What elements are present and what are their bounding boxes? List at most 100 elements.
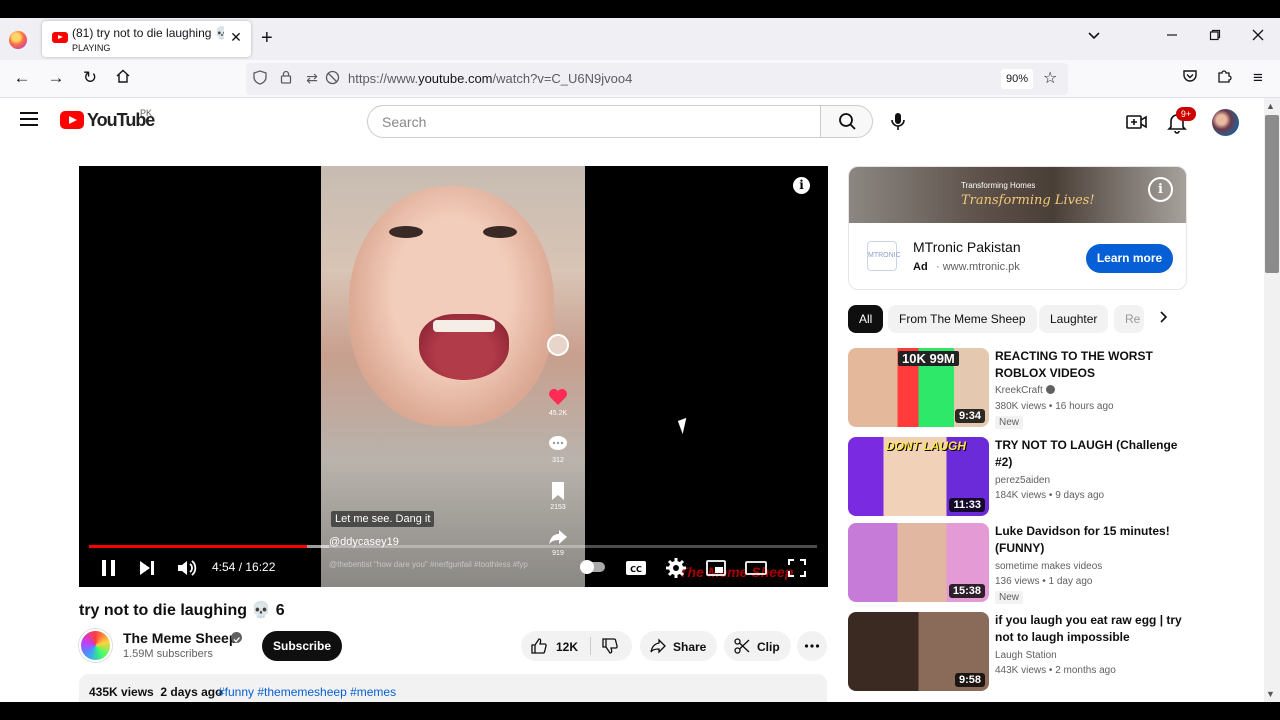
video-title[interactable]: if you laugh you eat raw egg | try not t… bbox=[995, 612, 1185, 646]
gear-icon bbox=[666, 558, 686, 578]
lock-icon[interactable] bbox=[277, 70, 295, 87]
tab-playing-status: PLAYING bbox=[72, 43, 111, 53]
pocket-icon[interactable] bbox=[1179, 68, 1201, 89]
url-bar[interactable]: ⇄ https://www.youtube.com/watch?v=C_U6N9… bbox=[246, 63, 1068, 95]
video-thumbnail[interactable]: 9:58 bbox=[848, 612, 989, 691]
app-menu-icon[interactable]: ≡ bbox=[1247, 68, 1269, 88]
chip-laughter[interactable]: Laughter bbox=[1039, 305, 1109, 333]
miniplayer-button[interactable] bbox=[705, 556, 727, 580]
back-arrow-icon[interactable]: ← bbox=[11, 68, 33, 88]
zoom-level-badge[interactable]: 90% bbox=[1001, 69, 1033, 89]
recommended-video[interactable]: DONT LAUGH 11:33 TRY NOT TO LAUGH (Chall… bbox=[848, 437, 1188, 517]
page-scrollbar-thumb[interactable] bbox=[1265, 115, 1279, 273]
search-icon bbox=[839, 113, 856, 130]
view-count: 435K views bbox=[89, 685, 154, 699]
settings-button[interactable] bbox=[665, 556, 687, 580]
microphone-icon bbox=[891, 113, 905, 130]
video-player[interactable]: 45.2K 312 2153 919 Let me see. Dang it @… bbox=[79, 166, 828, 587]
youtube-logo-icon[interactable] bbox=[60, 111, 84, 129]
video-title[interactable]: TRY NOT TO LAUGH (Challenge #2) bbox=[995, 437, 1185, 471]
next-video-button[interactable] bbox=[137, 556, 157, 580]
bookmark-star-icon[interactable]: ☆ bbox=[1043, 68, 1057, 88]
url-text[interactable]: https://www.youtube.com/watch?v=C_U6N9jv… bbox=[348, 71, 632, 86]
search-button[interactable] bbox=[820, 105, 873, 138]
chevron-right-icon[interactable] bbox=[1156, 310, 1170, 329]
fullscreen-button[interactable] bbox=[786, 556, 808, 580]
new-badge: New bbox=[995, 591, 1024, 604]
permissions-icon[interactable]: ⇄ bbox=[303, 70, 321, 87]
video-channel[interactable]: KreekCraft bbox=[995, 385, 1055, 396]
progress-bar[interactable] bbox=[89, 545, 817, 548]
video-title[interactable]: Luke Davidson for 15 minutes! (FUNNY) bbox=[995, 523, 1185, 557]
video-channel[interactable]: perez5aiden bbox=[995, 475, 1050, 486]
tracking-protection-shield-icon[interactable] bbox=[251, 70, 269, 88]
recommended-video[interactable]: 15:38 Luke Davidson for 15 minutes! (FUN… bbox=[848, 523, 1188, 604]
clip-button[interactable]: Clip bbox=[724, 631, 791, 661]
pause-button[interactable] bbox=[99, 556, 119, 580]
video-title[interactable]: REACTING TO THE WORST ROBLOX VIDEOS bbox=[995, 348, 1185, 382]
subscriber-count: 1.59M subscribers bbox=[123, 648, 213, 660]
create-video-icon[interactable] bbox=[1122, 108, 1150, 136]
share-button[interactable]: Share bbox=[640, 631, 717, 661]
video-channel[interactable]: sometime makes videos bbox=[995, 561, 1102, 572]
scroll-up-arrow-icon[interactable]: ▲ bbox=[1266, 101, 1275, 111]
browser-tab-active[interactable]: (81) try not to die laughing 💀 6 PLAYING… bbox=[42, 21, 251, 57]
firefox-icon[interactable] bbox=[9, 31, 27, 49]
pause-icon bbox=[102, 560, 115, 576]
extensions-puzzle-icon[interactable] bbox=[1213, 68, 1235, 89]
ad-info-icon[interactable]: i bbox=[1148, 177, 1173, 202]
video-channel-name: KreekCraft bbox=[995, 385, 1043, 396]
list-all-tabs-icon[interactable] bbox=[1084, 28, 1104, 46]
minimize-window-icon[interactable] bbox=[1162, 28, 1182, 45]
search-input[interactable]: Search bbox=[367, 105, 821, 138]
recommended-video[interactable]: 9:58 if you laugh you eat raw egg | try … bbox=[848, 612, 1188, 692]
video-thumbnail[interactable]: 10K 99M 9:34 bbox=[848, 348, 989, 427]
ad-card[interactable]: Transforming Homes Transforming Lives! i… bbox=[848, 166, 1187, 290]
scroll-down-arrow-icon[interactable]: ▼ bbox=[1266, 689, 1275, 699]
guide-menu-icon[interactable] bbox=[20, 112, 38, 126]
thumbnail-text: 10K 99M bbox=[898, 351, 959, 366]
voice-search-button[interactable] bbox=[883, 105, 913, 138]
subtitles-button[interactable]: CC bbox=[625, 556, 647, 580]
theater-mode-button[interactable] bbox=[745, 556, 767, 580]
video-info-icon[interactable]: i bbox=[793, 177, 810, 194]
ad-banner-line1: Transforming Homes bbox=[961, 181, 1036, 190]
advertiser-logo[interactable]: MTRONIC bbox=[867, 241, 901, 271]
close-window-icon[interactable] bbox=[1248, 28, 1268, 45]
subscribe-button[interactable]: Subscribe bbox=[262, 631, 342, 661]
learn-more-button[interactable]: Learn more bbox=[1086, 244, 1173, 273]
video-thumbnail[interactable]: 15:38 bbox=[848, 523, 989, 602]
forward-arrow-icon[interactable]: → bbox=[45, 68, 67, 88]
chip-related[interactable]: Re bbox=[1114, 305, 1144, 333]
more-actions-button[interactable] bbox=[797, 631, 827, 661]
restore-window-icon[interactable] bbox=[1205, 28, 1225, 45]
account-avatar[interactable] bbox=[1212, 109, 1239, 136]
new-tab-icon[interactable]: + bbox=[261, 27, 273, 49]
channel-avatar[interactable] bbox=[79, 629, 112, 662]
channel-name[interactable]: The Meme Sheep bbox=[123, 630, 237, 646]
time-display: 4:54 / 16:22 bbox=[212, 560, 276, 574]
recommended-video[interactable]: 10K 99M 9:34 REACTING TO THE WORST ROBLO… bbox=[848, 348, 1188, 429]
tab-close-icon[interactable]: ✕ bbox=[228, 29, 244, 46]
reload-icon[interactable]: ↻ bbox=[79, 68, 101, 88]
video-channel[interactable]: Laugh Station bbox=[995, 650, 1057, 661]
view-count-and-date: 435K views 2 days ago bbox=[89, 685, 222, 699]
video-meta: 443K views • 2 months ago bbox=[995, 665, 1116, 676]
ad-banner-image[interactable]: Transforming Homes Transforming Lives! i bbox=[849, 167, 1186, 223]
volume-button[interactable] bbox=[176, 556, 198, 580]
advertiser-name[interactable]: MTronic Pakistan bbox=[913, 239, 1021, 255]
video-duration: 9:34 bbox=[954, 409, 985, 423]
video-description-overlay: @thebentist "how dare you" #nerfgunfail … bbox=[329, 560, 528, 569]
description-hashtags[interactable]: #funny #thememesheep #memes bbox=[218, 685, 396, 699]
dislike-button[interactable] bbox=[591, 631, 632, 661]
home-icon[interactable] bbox=[112, 68, 134, 89]
video-thumbnail[interactable]: DONT LAUGH 11:33 bbox=[848, 437, 989, 516]
scissors-icon bbox=[734, 638, 750, 654]
video-eye-right bbox=[483, 226, 517, 238]
autoplay-blocked-icon[interactable] bbox=[323, 70, 341, 88]
chip-from-channel[interactable]: From The Meme Sheep bbox=[888, 305, 1037, 333]
autoplay-toggle[interactable] bbox=[580, 560, 605, 574]
chip-all[interactable]: All bbox=[848, 305, 884, 333]
youtube-favicon-icon bbox=[52, 32, 68, 43]
like-button[interactable]: 12K bbox=[521, 631, 590, 661]
